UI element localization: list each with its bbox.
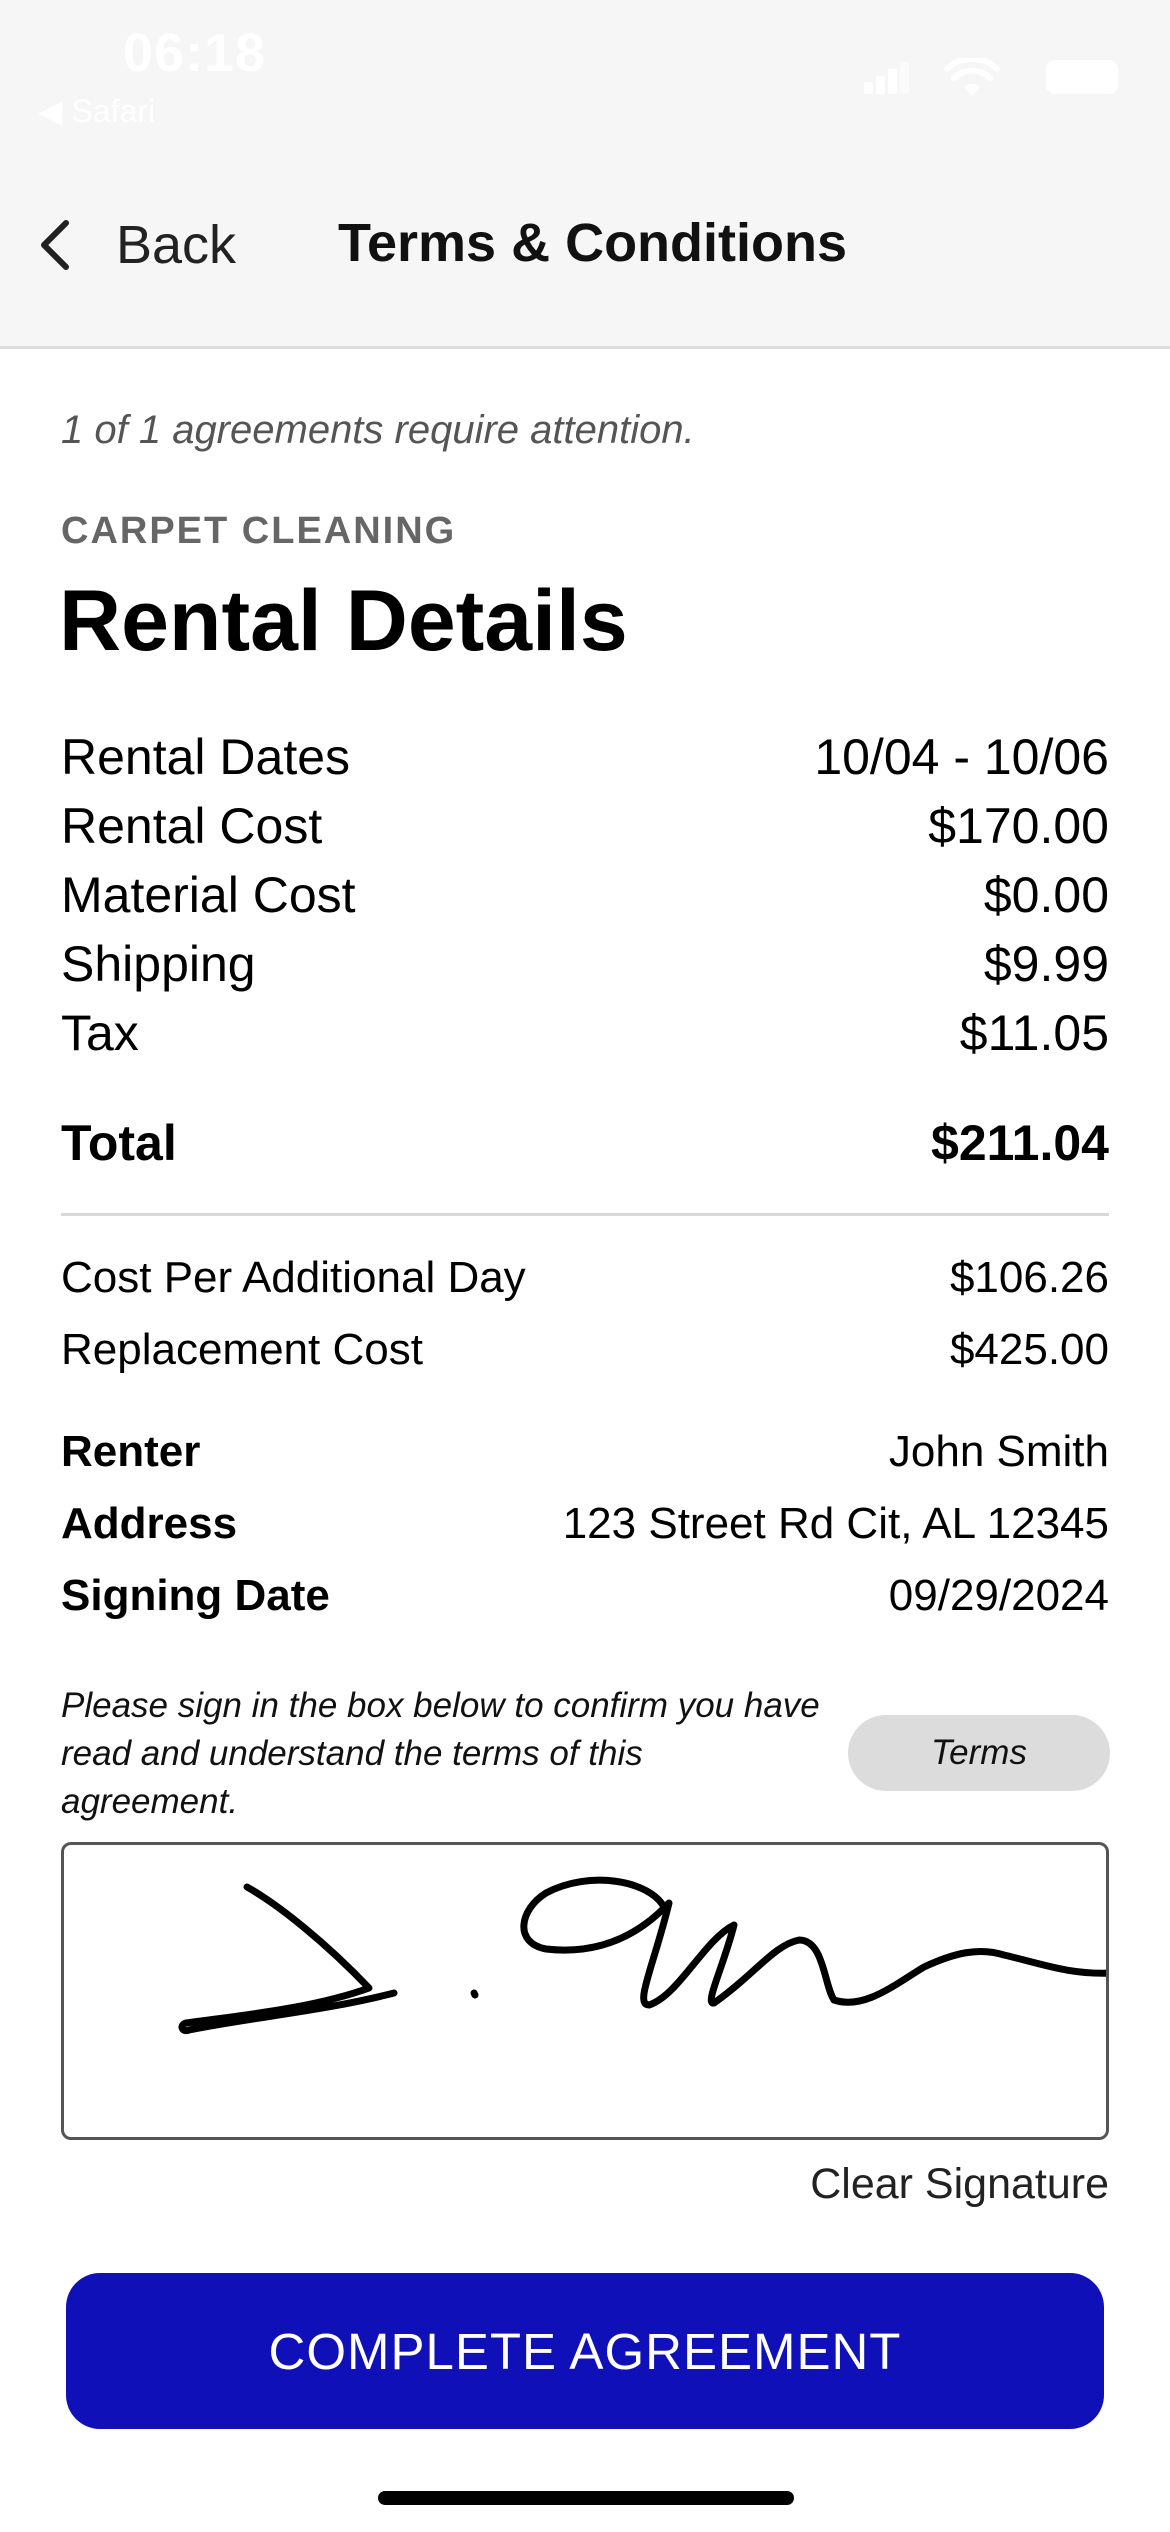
cost-label: Rental Cost (61, 798, 323, 854)
cost-label: Rental Dates (61, 729, 351, 785)
divider (61, 1213, 1109, 1216)
total-row: Total $211.04 (61, 1114, 1109, 1172)
renter-label: Renter (61, 1427, 201, 1476)
signing-date-row: Signing Date 09/29/2024 (61, 1571, 1109, 1621)
signing-date-value: 09/29/2024 (888, 1571, 1109, 1620)
signature-instructions: Please sign in the box below to confirm … (61, 1686, 820, 1821)
cost-label: Shipping (61, 936, 256, 992)
cost-row-rental-cost: Rental Cost $170.00 (61, 797, 1109, 855)
section-title: Rental Details (59, 573, 628, 669)
extra-cost-row-replacement: Replacement Cost $425.00 (61, 1325, 1109, 1375)
extra-cost-row-additional-day: Cost Per Additional Day $106.26 (61, 1253, 1109, 1303)
cost-value: $170.00 (928, 798, 1109, 854)
address-value: 123 Street Rd Cit, AL 12345 (562, 1499, 1109, 1548)
battery-icon (1046, 60, 1118, 94)
cost-value: $0.00 (983, 867, 1109, 923)
extra-cost-label: Replacement Cost (61, 1325, 423, 1374)
home-indicator[interactable] (378, 2491, 794, 2505)
renter-row: Renter John Smith (61, 1427, 1109, 1477)
total-value: $211.04 (931, 1115, 1109, 1171)
attention-notice: 1 of 1 agreements require attention. (61, 408, 695, 452)
cost-label: Material Cost (61, 867, 356, 923)
status-back-to-app[interactable]: ◀ Safari (38, 92, 155, 130)
cost-row-tax: Tax $11.05 (61, 1004, 1109, 1062)
address-row: Address 123 Street Rd Cit, AL 12345 (61, 1499, 1109, 1549)
clear-signature-button[interactable]: Clear Signature (810, 2160, 1109, 2209)
status-icons (818, 58, 1118, 98)
back-button[interactable]: Back (36, 210, 236, 280)
category-label: CARPET CLEANING (61, 510, 457, 552)
cost-label: Tax (61, 1005, 139, 1061)
complete-agreement-button[interactable]: COMPLETE AGREEMENT (66, 2273, 1104, 2429)
extra-cost-value: $425.00 (949, 1325, 1109, 1374)
signature-pad[interactable] (61, 1842, 1109, 2140)
address-label: Address (61, 1499, 238, 1548)
total-label: Total (61, 1115, 177, 1171)
status-time: 06:18 (123, 23, 267, 83)
cost-value: $11.05 (959, 1005, 1109, 1061)
signature-drawing (178, 1876, 1106, 2035)
renter-value: John Smith (888, 1427, 1109, 1476)
page-title: Terms & Conditions (338, 213, 848, 273)
cost-value: 10/04 - 10/06 (814, 729, 1109, 785)
wifi-icon (944, 58, 1000, 96)
cellular-signal-icon (864, 62, 909, 94)
back-button-label: Back (116, 215, 237, 275)
signing-date-label: Signing Date (61, 1571, 330, 1620)
cost-row-rental-dates: Rental Dates 10/04 - 10/06 (61, 728, 1109, 786)
extra-cost-value: $106.26 (949, 1253, 1109, 1302)
extra-cost-label: Cost Per Additional Day (61, 1253, 526, 1302)
cost-value: $9.99 (983, 936, 1109, 992)
cost-row-material-cost: Material Cost $0.00 (61, 866, 1109, 924)
terms-button[interactable]: Terms (848, 1715, 1110, 1791)
chevron-left-icon (41, 220, 69, 270)
cost-row-shipping: Shipping $9.99 (61, 935, 1109, 993)
nav-header: 06:18 ◀ Safari Back Terms & Conditions (0, 0, 1170, 349)
